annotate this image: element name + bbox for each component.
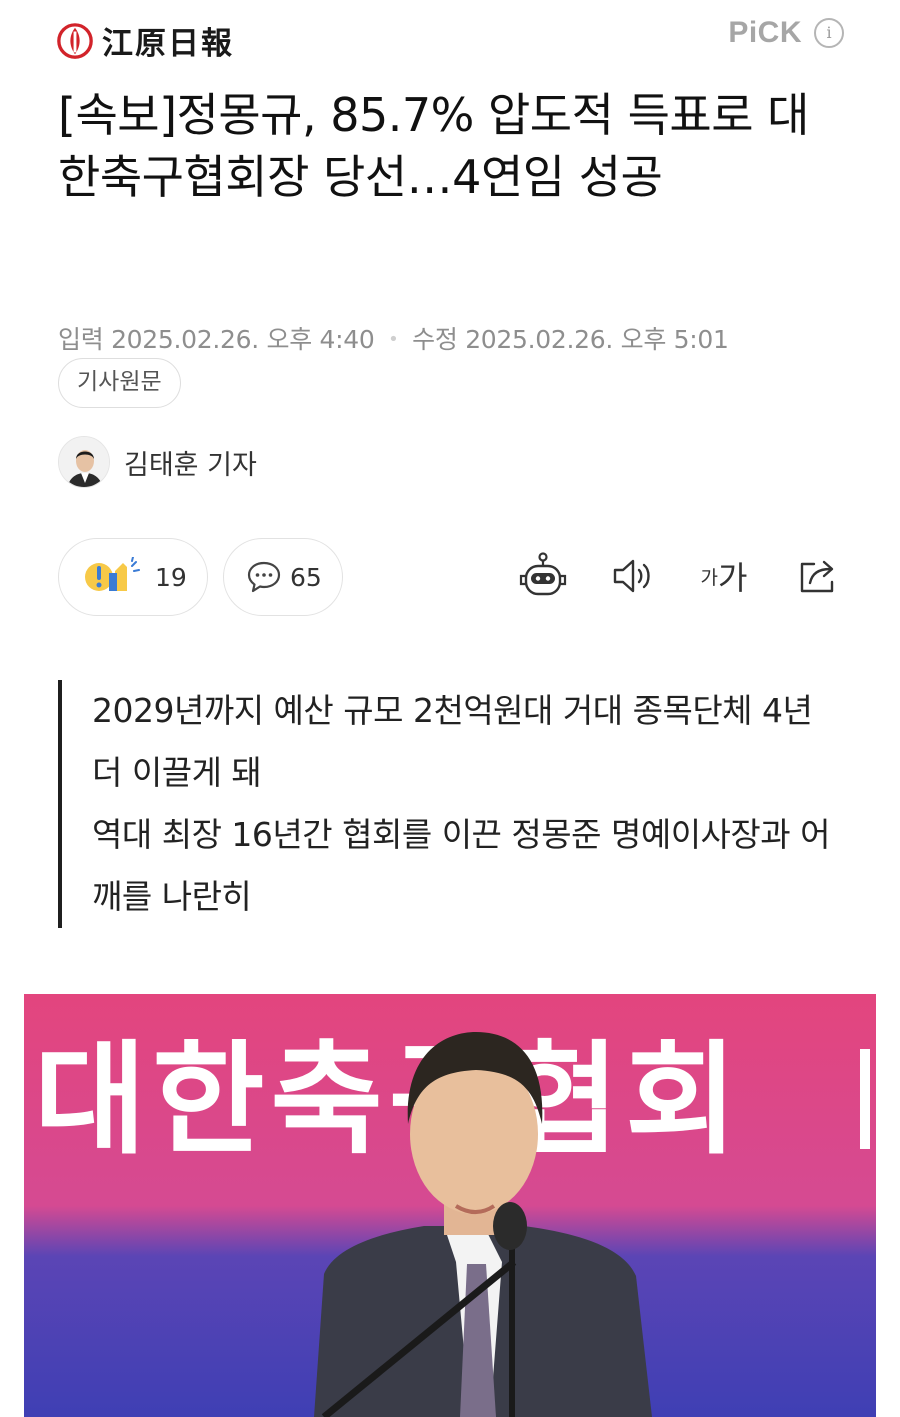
reaction-count: 19 [155, 562, 187, 592]
share-icon [800, 560, 834, 593]
comment-button[interactable]: 65 [223, 538, 343, 616]
info-icon[interactable]: i [814, 18, 844, 48]
article-photo[interactable]: 대한축구협회 [24, 994, 876, 1417]
reaction-emoji-icon [85, 557, 140, 591]
font-large-label: 가 [718, 559, 748, 597]
input-date: 2025.02.26. 오후 4:40 [111, 325, 375, 354]
summary-line: 역대 최장 16년간 협회를 이끈 정몽준 명예이사장과 어깨를 나란히 [92, 815, 830, 916]
comment-count: 65 [290, 562, 322, 592]
logo-text: 江原日報 [102, 26, 234, 62]
share-button[interactable] [790, 548, 846, 604]
newspaper-logo[interactable]: 江原日報 [56, 18, 234, 63]
reaction-button[interactable]: 19 [58, 538, 208, 616]
article-title: [속보]정몽규, 85.7% 압도적 득표로 대한축구협회장 당선…4연임 성공 [58, 88, 809, 204]
logo-emblem-icon [57, 22, 93, 59]
banner-text: 대한축구협회 [34, 1029, 743, 1171]
text-to-speech-button[interactable] [604, 548, 660, 604]
modified-label: 수정 [412, 325, 458, 354]
summary-line: 2029년까지 예산 규모 2천억원대 거대 종목단체 4년 더 이끌게 돼 [92, 691, 813, 792]
app-header: 江原日報 PiCK i [0, 0, 900, 74]
ai-summary-button[interactable] [515, 548, 571, 604]
modified-date: 2025.02.26. 오후 5:01 [465, 325, 729, 354]
reporter-photo-icon [59, 437, 109, 487]
robot-icon [519, 552, 567, 596]
font-size-button[interactable]: 가가 [696, 548, 752, 604]
reporter-name: 김태훈 기자 [124, 449, 257, 481]
comment-bubble-icon [247, 561, 281, 593]
input-label: 입력 [58, 325, 104, 354]
reporter-info[interactable]: 김태훈 기자 [58, 436, 257, 488]
speaker-icon [613, 559, 650, 593]
press-conference-photo: 대한축구협회 [24, 994, 876, 1417]
article-dates: 입력 2025.02.26. 오후 4:40 • 수정 2025.02.26. … [58, 320, 729, 356]
original-article-button[interactable]: 기사원문 [58, 358, 181, 408]
pick-badge: PiCK [728, 16, 802, 49]
date-separator: • [388, 329, 399, 350]
article-summary: 2029년까지 예산 규모 2천억원대 거대 종목단체 4년 더 이끌게 돼 역… [58, 680, 848, 928]
reporter-avatar [58, 436, 110, 488]
font-small-label: 가 [700, 566, 719, 589]
